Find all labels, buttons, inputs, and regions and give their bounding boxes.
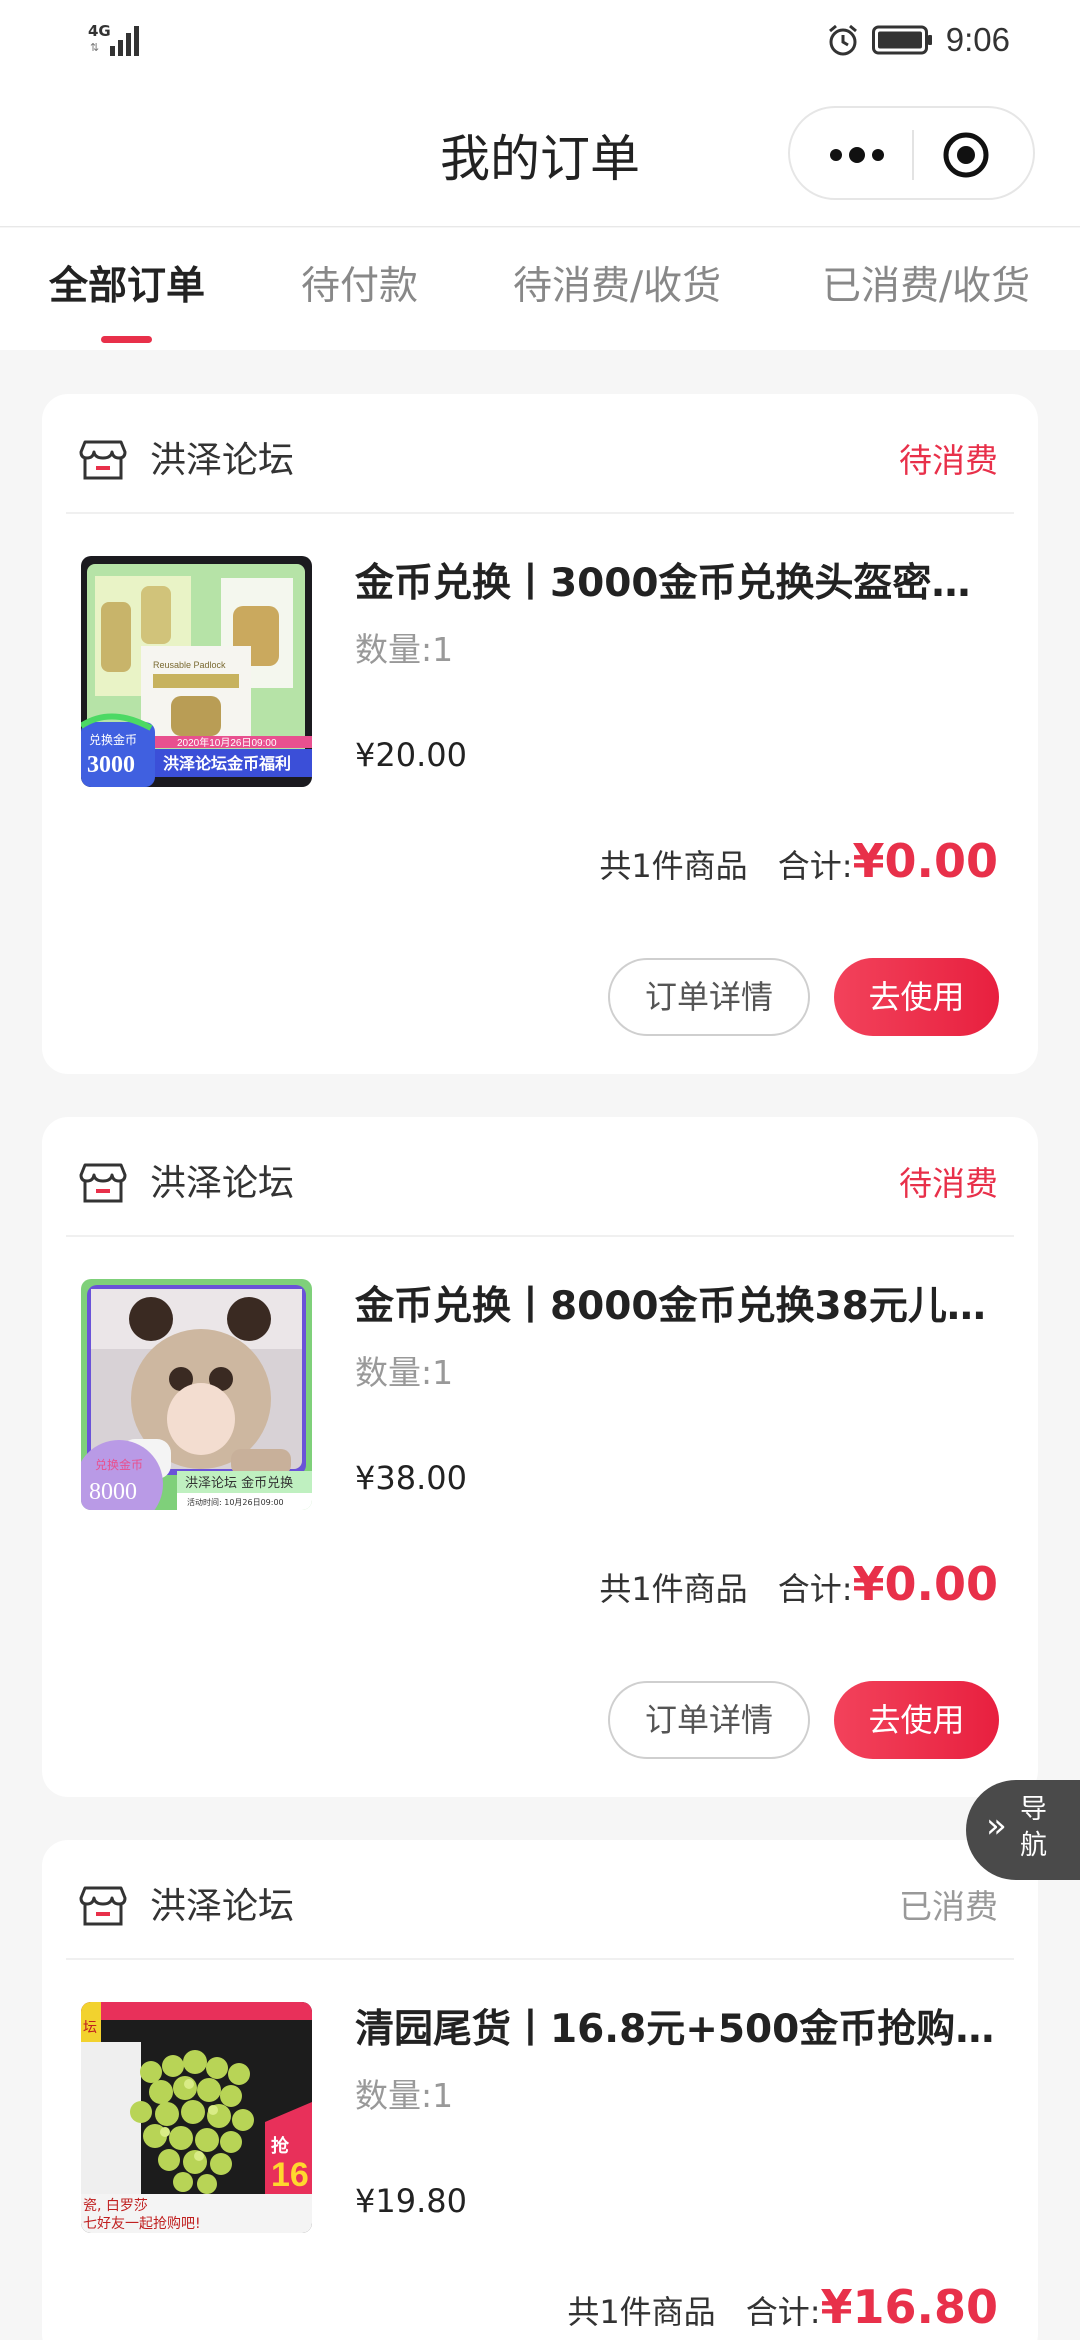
corner-label: 坛: [83, 2020, 97, 2036]
coin-badge-amount: 8000: [89, 1479, 137, 1505]
coin-badge-amount: 3000: [87, 752, 135, 778]
order-status: 已消费: [899, 1887, 998, 1926]
floating-nav-button[interactable]: » 导航: [966, 1780, 1080, 1880]
shop-icon: [79, 1886, 127, 1926]
close-miniprogram-icon[interactable]: [936, 128, 996, 182]
order-card-header: 洪泽论坛 待消费: [42, 1117, 1038, 1237]
tab-pending-payment[interactable]: 待付款: [301, 260, 418, 314]
product-quantity: 数量:1: [355, 1353, 454, 1392]
alarm-icon: [828, 24, 857, 56]
product-title[interactable]: 金币兑换丨8000金币兑换38元儿童熊猫帽: [355, 1279, 995, 1335]
side-number: 16: [271, 2156, 309, 2194]
order-summary: 共1件商品 合计: ¥16.80: [567, 2280, 998, 2340]
tab-to-consume[interactable]: 待消费/收货: [513, 260, 721, 314]
data-arrows-icon: ⇅: [90, 41, 100, 54]
product-image[interactable]: 洪泽论坛 金币兑换 活动时间: 10月26日09:00 兑换金币 8000: [81, 1279, 312, 1510]
image-caption-2: 七好友一起抢购吧!: [83, 2215, 201, 2232]
shop-name[interactable]: 洪泽论坛: [150, 1159, 294, 1209]
order-summary: 共1件商品 合计: ¥0.00: [599, 1557, 998, 1627]
order-total: ¥16.80: [820, 2280, 998, 2334]
item-count: 共1件商品: [599, 847, 748, 885]
promo-ribbon: 洪泽论坛金币福利: [163, 754, 291, 773]
order-detail-button[interactable]: 订单详情: [608, 958, 810, 1036]
product-image[interactable]: Reusable Padlock 2020年10月26日09:00 洪泽论坛金币…: [81, 556, 312, 787]
tab-all-orders[interactable]: 全部订单: [49, 260, 205, 314]
divider: [66, 512, 1014, 514]
clock-time: 9:06: [945, 21, 1010, 58]
order-tabs: 全部订单 待付款 待消费/收货 已消费/收货: [0, 228, 1080, 350]
item-count: 共1件商品: [599, 1570, 748, 1608]
item-count: 共1件商品: [567, 2293, 716, 2331]
promo-date: 活动时间: 10月26日09:00: [187, 1497, 284, 1507]
order-card: 洪泽论坛 已消费 坛 抢 16 瓷, 白罗莎 七好友一起抢购吧! 清园尾货丨16…: [42, 1840, 1038, 2340]
more-options-icon[interactable]: [812, 130, 902, 180]
product-price: ¥38.00: [355, 1459, 467, 1497]
coin-badge-label: 兑换金币: [95, 1457, 143, 1472]
divider: [66, 1235, 1014, 1237]
status-bar: 4G ⇅ 9:06: [0, 0, 1080, 82]
order-card-header: 洪泽论坛 待消费: [42, 394, 1038, 514]
total-label: 合计:: [777, 1570, 853, 1608]
promo-ribbon: 洪泽论坛 金币兑换: [185, 1475, 293, 1491]
total-label: 合计:: [777, 847, 853, 885]
order-summary: 共1件商品 合计: ¥0.00: [599, 834, 998, 904]
shop-name[interactable]: 洪泽论坛: [150, 1882, 294, 1932]
tab-consumed[interactable]: 已消费/收货: [822, 260, 1030, 314]
capsule-divider: [912, 130, 914, 180]
product-price: ¥20.00: [355, 736, 467, 774]
signal-bars-icon: [110, 26, 139, 56]
product-title[interactable]: 清园尾货丨16.8元+500金币抢购48个白罗莎: [355, 2002, 995, 2058]
signal-indicator: 4G ⇅: [88, 22, 144, 56]
product-image[interactable]: 坛 抢 16 瓷, 白罗莎 七好友一起抢购吧!: [81, 2002, 312, 2233]
use-button[interactable]: 去使用: [834, 958, 999, 1036]
coin-badge-label: 兑换金币: [89, 732, 137, 747]
order-total: ¥0.00: [852, 1557, 998, 1611]
promo-date: 2020年10月26日09:00: [177, 736, 277, 749]
side-label: 抢: [271, 2135, 290, 2157]
active-tab-indicator: [101, 336, 152, 343]
order-detail-button[interactable]: 订单详情: [608, 1681, 810, 1759]
product-quantity: 数量:1: [355, 2076, 454, 2115]
total-label: 合计:: [745, 2293, 821, 2331]
shop-name[interactable]: 洪泽论坛: [150, 436, 294, 486]
use-button[interactable]: 去使用: [834, 1681, 999, 1759]
divider: [66, 1958, 1014, 1960]
order-card-header: 洪泽论坛 已消费: [42, 1840, 1038, 1960]
battery-icon: [871, 25, 932, 55]
image-caption-1: 瓷, 白罗莎: [83, 2198, 148, 2214]
product-quantity: 数量:1: [355, 630, 454, 669]
order-card: 洪泽论坛 待消费 Reusable Padlock 2020年10月26日09:…: [42, 394, 1038, 1074]
miniprogram-capsule: [788, 106, 1035, 200]
double-chevron-icon: »: [986, 1806, 1007, 1846]
order-status: 待消费: [899, 1164, 998, 1203]
title-bar: 我的订单: [0, 82, 1080, 227]
product-price: ¥19.80: [355, 2182, 467, 2220]
order-status: 待消费: [899, 441, 998, 480]
order-total: ¥0.00: [852, 834, 998, 888]
package-brand: Reusable Padlock: [153, 660, 226, 670]
order-card: 洪泽论坛 待消费 洪泽论坛 金币兑换 活动时间: 10月26日09:00 兑换金…: [42, 1117, 1038, 1797]
product-title[interactable]: 金币兑换丨3000金币兑换头盔密码锁: [355, 556, 995, 612]
shop-icon: [79, 1163, 127, 1203]
nav-label: 导航: [1020, 1794, 1047, 1861]
shop-icon: [79, 440, 127, 480]
